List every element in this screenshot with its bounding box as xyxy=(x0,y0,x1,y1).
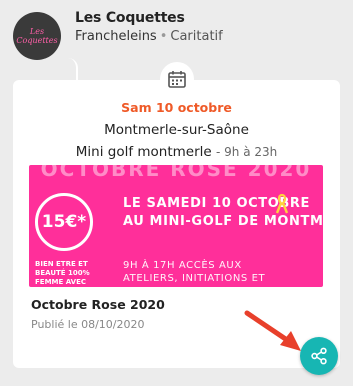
post-title[interactable]: Octobre Rose 2020 xyxy=(31,297,165,312)
banner-small-right: 9H À 17H ACCÈS AUX ATELIERS, INITIATIONS… xyxy=(123,259,265,285)
banner-headline: LE SAMEDI 10 OCTOBRE AU MINI-GOLF DE MON… xyxy=(123,195,323,231)
share-icon xyxy=(311,347,327,365)
event-banner-image[interactable]: OCTOBRE ROSE 2020 15€* LE SAMEDI 10 OCTO… xyxy=(29,165,323,287)
event-hours: - 9h à 23h xyxy=(216,145,278,159)
event-name: Mini golf montmerle xyxy=(75,144,212,160)
pink-ribbon-icon xyxy=(275,193,289,214)
organization-subtitle: Francheleins • Caritatif xyxy=(75,29,223,44)
banner-price: 15€* xyxy=(35,193,93,251)
separator-dot: • xyxy=(159,29,168,44)
calendar-icon xyxy=(168,71,186,88)
banner-small-left: BIEN ETRE ET BEAUTÉ 100% FEMME AVEC LES xyxy=(35,260,90,286)
banner-small-right-line-2: ATELIERS, INITIATIONS ET xyxy=(123,273,266,284)
category-label: Caritatif xyxy=(170,29,223,44)
organization-logo: Les Coquettes xyxy=(16,27,58,45)
banner-headline-line-1: LE SAMEDI 10 OCTOBRE xyxy=(123,196,311,211)
thread-connector xyxy=(64,58,78,80)
banner-headline-line-2: AU MINI-GOLF DE MONTMERLE xyxy=(123,214,323,229)
event-date: Sam 10 octobre xyxy=(121,100,232,115)
banner-small-right-line-1: 9H À 17H ACCÈS AUX xyxy=(123,260,242,271)
event-place: Montmerle-sur-Saône xyxy=(104,122,249,138)
share-button[interactable] xyxy=(300,337,338,375)
calendar-bubble xyxy=(160,62,194,96)
category-group: Francheleins xyxy=(75,29,157,44)
organization-name[interactable]: Les Coquettes xyxy=(75,10,185,26)
event-name-line: Mini golf montmerle - 9h à 23h xyxy=(0,144,353,160)
avatar[interactable]: Les Coquettes xyxy=(13,12,61,60)
post-header: Les Coquettes Les Coquettes Francheleins… xyxy=(0,0,353,62)
banner-top-title: OCTOBRE ROSE 2020 xyxy=(40,165,312,181)
post-date: Publié le 08/10/2020 xyxy=(31,318,145,331)
